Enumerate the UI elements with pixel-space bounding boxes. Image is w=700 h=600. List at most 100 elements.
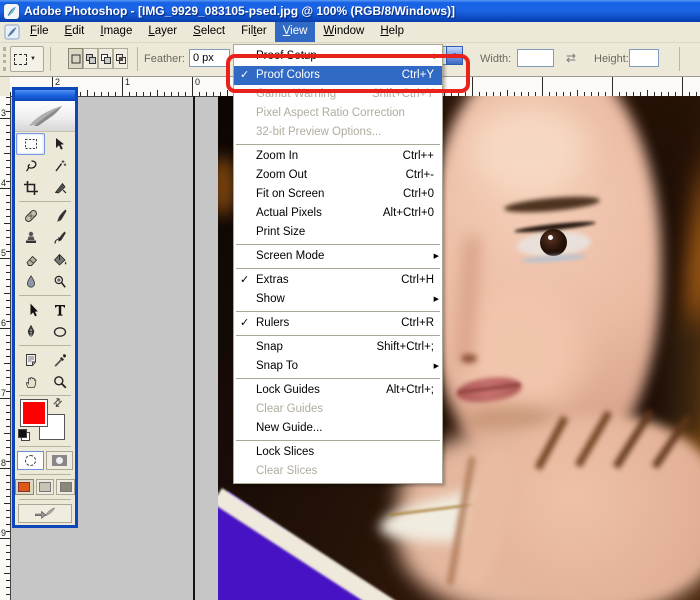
tool-group — [15, 132, 75, 199]
menubar-item-file[interactable]: File — [22, 22, 57, 42]
menu-item-new-guide[interactable]: New Guide... — [234, 419, 442, 438]
feather-input[interactable] — [189, 49, 230, 67]
menubar-item-window[interactable]: Window — [315, 22, 372, 42]
crop-tool-icon — [23, 180, 39, 196]
toolbox-separator — [19, 345, 71, 346]
intersect-selection-button[interactable] — [113, 48, 128, 69]
submenu-arrow-icon: ▶ — [434, 247, 439, 266]
menu-item-label: Extras — [256, 271, 289, 290]
menu-item-zoom-in[interactable]: Zoom InCtrl++ — [234, 147, 442, 166]
menu-item-print-size[interactable]: Print Size — [234, 223, 442, 242]
notes-tool[interactable] — [16, 349, 45, 371]
hruler-label: 1 — [125, 77, 130, 87]
magic-wand-tool[interactable] — [45, 155, 74, 177]
vertical-ruler[interactable]: 3456789 — [0, 96, 11, 600]
crop-tool[interactable] — [16, 177, 45, 199]
lasso-tool[interactable] — [16, 155, 45, 177]
blur-tool[interactable] — [16, 271, 45, 293]
menu-item-rulers[interactable]: ✓RulersCtrl+R — [234, 314, 442, 333]
path-selection-tool[interactable] — [16, 299, 45, 321]
clone-stamp-tool[interactable] — [16, 227, 45, 249]
checkmark-icon: ✓ — [240, 66, 249, 85]
menu-item-proof-setup[interactable]: Proof Setup▶ — [234, 47, 442, 66]
menu-item-proof-colors[interactable]: ✓Proof ColorsCtrl+Y — [234, 66, 442, 85]
style-combo-fragment: ▼ — [443, 46, 463, 63]
magic-wand-tool-icon — [52, 158, 68, 174]
combo-dropdown-button[interactable]: ▼ — [446, 46, 463, 65]
shape-tool-icon — [52, 324, 68, 340]
menubar-item-edit[interactable]: Edit — [57, 22, 93, 42]
menu-item-lock-guides[interactable]: Lock GuidesAlt+Ctrl+; — [234, 381, 442, 400]
menu-separator — [236, 335, 440, 336]
menu-item-extras[interactable]: ✓ExtrasCtrl+H — [234, 271, 442, 290]
eyedropper-tool[interactable] — [45, 349, 74, 371]
notes-tool-icon — [23, 352, 39, 368]
options-bar-grip[interactable] — [3, 47, 6, 71]
menu-item-lock-slices[interactable]: Lock Slices — [234, 443, 442, 462]
standard-screen-mode-button[interactable] — [15, 479, 34, 495]
type-tool-icon — [52, 302, 68, 318]
fullscreen-mode-button[interactable] — [56, 479, 75, 495]
menu-item-screen-mode[interactable]: Screen Mode▶ — [234, 247, 442, 266]
swap-dimensions-icon[interactable]: ⇄ — [566, 51, 576, 65]
paint-bucket-tool[interactable] — [45, 249, 74, 271]
shape-tool[interactable] — [45, 321, 74, 343]
fullscreen-with-menubar-button[interactable] — [36, 479, 55, 495]
menu-item-label: Gamut Warning — [256, 85, 336, 104]
history-brush-tool[interactable] — [45, 227, 74, 249]
default-colors-icon[interactable] — [18, 429, 30, 441]
selection-mode-group — [68, 48, 128, 69]
new-selection-button[interactable] — [68, 48, 83, 69]
menu-item-fit-on-screen[interactable]: Fit on ScreenCtrl+0 — [234, 185, 442, 204]
menu-item-snap[interactable]: SnapShift+Ctrl+; — [234, 338, 442, 357]
toolbox-palette: ⇄ — [12, 87, 78, 528]
current-tool-button[interactable]: ▼ — [10, 46, 44, 72]
eraser-tool[interactable] — [16, 249, 45, 271]
menubar-item-layer[interactable]: Layer — [140, 22, 185, 42]
checkmark-icon: ✓ — [240, 271, 249, 290]
pen-tool-icon — [23, 324, 39, 340]
quick-mask-mode-button[interactable] — [46, 451, 73, 470]
add-to-selection-button[interactable] — [83, 48, 98, 69]
lasso-tool-icon — [23, 158, 39, 174]
menu-item-show[interactable]: Show▶ — [234, 290, 442, 309]
menu-item-actual-pixels[interactable]: Actual PixelsAlt+Ctrl+0 — [234, 204, 442, 223]
menu-item-label: Snap — [256, 338, 283, 357]
tool-group — [15, 204, 75, 293]
width-input[interactable] — [517, 49, 554, 67]
zoom-tool[interactable] — [45, 371, 74, 393]
height-input[interactable] — [629, 49, 659, 67]
imageready-button[interactable] — [18, 504, 72, 523]
menu-item-clear-slices: Clear Slices — [234, 462, 442, 481]
clone-stamp-tool-icon — [23, 230, 39, 246]
menubar-item-view[interactable]: View — [275, 22, 316, 42]
menubar-item-filter[interactable]: Filter — [233, 22, 275, 42]
move-tool[interactable] — [45, 133, 74, 155]
menu-item-shortcut: Ctrl+R — [401, 314, 434, 333]
type-tool[interactable] — [45, 299, 74, 321]
dodge-tool-icon — [52, 274, 68, 290]
standard-mode-button[interactable] — [17, 451, 44, 470]
rectangular-marquee-icon — [14, 54, 27, 65]
menubar-item-select[interactable]: Select — [185, 22, 233, 42]
dodge-tool[interactable] — [45, 271, 74, 293]
toolbox-title-bar[interactable] — [15, 90, 75, 101]
vruler-label: 5 — [1, 248, 6, 258]
foreground-color-swatch[interactable] — [20, 399, 48, 427]
brush-tool[interactable] — [45, 205, 74, 227]
subtract-from-selection-button[interactable] — [98, 48, 113, 69]
hand-tool[interactable] — [16, 371, 45, 393]
menu-item-snap-to[interactable]: Snap To▶ — [234, 357, 442, 376]
menu-separator — [236, 244, 440, 245]
rectangular-marquee-tool[interactable] — [16, 133, 45, 155]
healing-brush-tool[interactable] — [16, 205, 45, 227]
width-label: Width: — [480, 53, 511, 65]
menu-item-zoom-out[interactable]: Zoom OutCtrl+- — [234, 166, 442, 185]
menu-item-32-bit-preview-options: 32-bit Preview Options... — [234, 123, 442, 142]
toolbox-logo[interactable] — [15, 101, 75, 132]
pen-tool[interactable] — [16, 321, 45, 343]
swap-colors-icon[interactable]: ⇄ — [50, 395, 66, 411]
menubar-item-image[interactable]: Image — [92, 22, 140, 42]
slice-tool[interactable] — [45, 177, 74, 199]
menubar-item-help[interactable]: Help — [372, 22, 412, 42]
